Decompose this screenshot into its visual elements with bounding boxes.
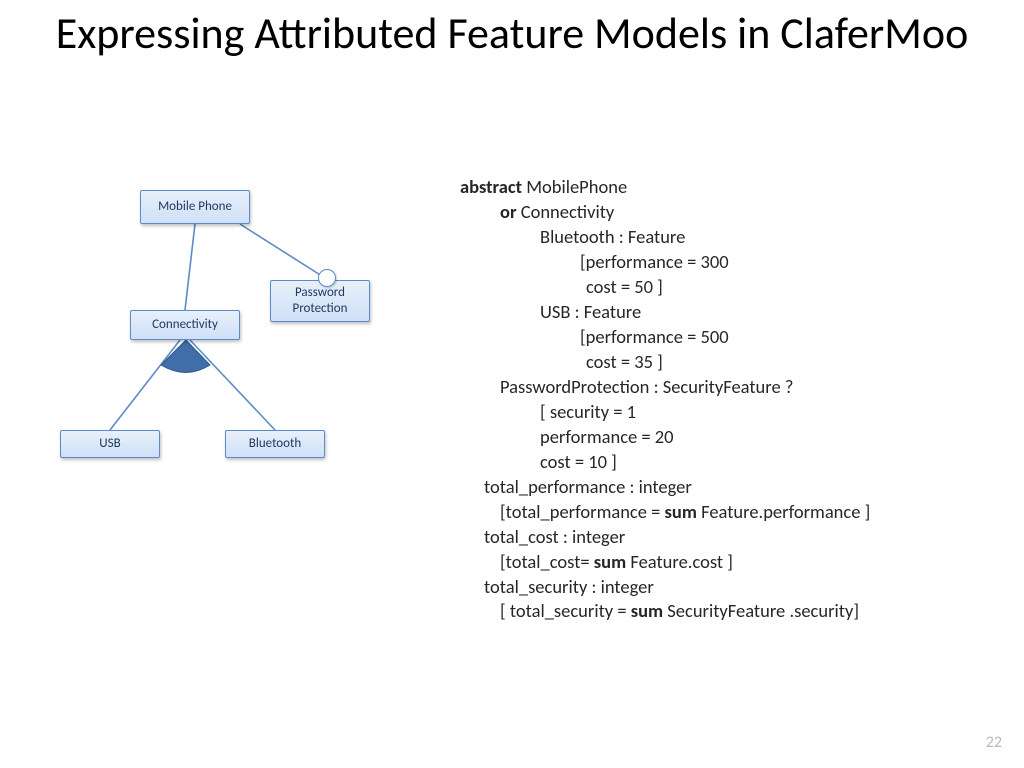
code-text: [total_performance =	[500, 500, 665, 523]
code-text: Connectivity	[517, 200, 615, 223]
optional-feature-icon	[318, 269, 336, 287]
slide-title: Expressing Attributed Feature Models in …	[0, 8, 1024, 59]
code-text: cost = 35 ]	[460, 350, 1000, 375]
kw-sum: sum	[665, 500, 697, 523]
kw-sum: sum	[594, 550, 626, 573]
code-text: Bluetooth : Feature	[460, 225, 1000, 250]
kw-abstract: abstract	[460, 175, 522, 198]
code-text: total_security : integer	[460, 575, 1000, 600]
code-text: total_cost : integer	[460, 525, 1000, 550]
kw-or: or	[500, 200, 517, 223]
code-text: MobilePhone	[522, 175, 627, 198]
code-text: Feature.performance ]	[697, 500, 870, 523]
slide: Expressing Attributed Feature Models in …	[0, 0, 1024, 768]
code-text: [ total_security =	[500, 599, 631, 622]
node-mobile-phone: Mobile Phone	[140, 190, 250, 224]
kw-sum: sum	[631, 599, 663, 622]
code-text: [performance = 500	[460, 325, 1000, 350]
code-text: [ security = 1	[460, 400, 1000, 425]
code-text: cost = 50 ]	[460, 275, 1000, 300]
node-bluetooth: Bluetooth	[225, 430, 325, 458]
code-text: [performance = 300	[460, 250, 1000, 275]
code-text: cost = 10 ]	[460, 450, 1000, 475]
node-password-protection: Password Protection	[270, 280, 370, 322]
code-text: Feature.cost ]	[626, 550, 733, 573]
node-usb: USB	[60, 430, 160, 458]
feature-diagram: Mobile Phone Connectivity Password Prote…	[40, 180, 440, 480]
node-connectivity: Connectivity	[130, 310, 240, 340]
code-text: USB : Feature	[460, 300, 1000, 325]
code-text: SecurityFeature .security]	[663, 599, 859, 622]
page-number: 22	[986, 733, 1002, 752]
code-text: performance = 20	[460, 425, 1000, 450]
code-text: total_performance : integer	[460, 475, 1000, 500]
clafer-code: abstract MobilePhone or Connectivity Blu…	[460, 175, 1000, 624]
code-text: [total_cost=	[500, 550, 594, 573]
code-text: PasswordProtection : SecurityFeature ?	[460, 375, 1000, 400]
